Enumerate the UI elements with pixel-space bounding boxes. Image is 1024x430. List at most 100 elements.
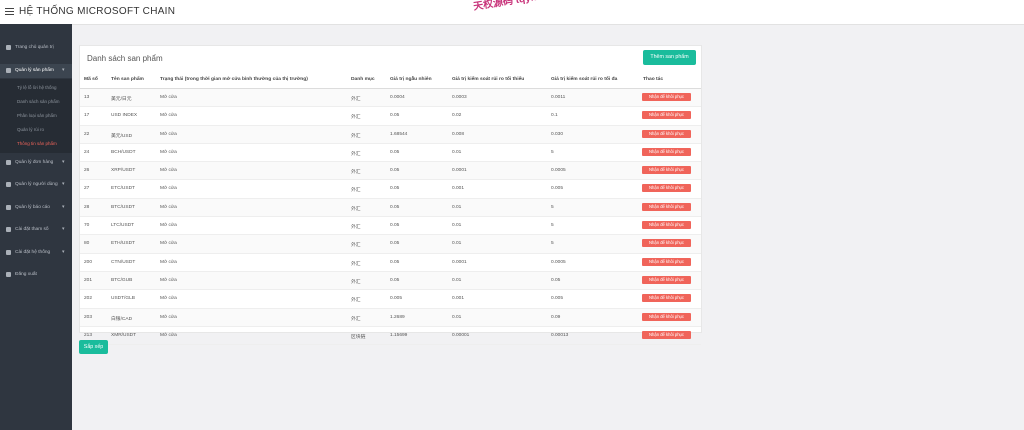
- cell-name: XMR/USDT: [111, 332, 137, 338]
- card-title: Danh sách san phẩm: [87, 54, 163, 63]
- cell-name: 美元/日元: [111, 97, 132, 102]
- restore-button[interactable]: Nhận để khôi phục: [642, 111, 691, 120]
- sidebar-item-dashboard[interactable]: Trang chủ quản trị: [0, 41, 72, 55]
- cell-max: 0.00013: [551, 332, 569, 338]
- cell-random: 0.05: [390, 168, 400, 174]
- menu-icon[interactable]: [5, 8, 14, 16]
- cell-random: 0.05: [390, 277, 400, 283]
- sidebar-item-system[interactable]: Cài đặt hệ thống ▾: [0, 246, 72, 260]
- cell-min: 0.02: [452, 113, 462, 119]
- cell-category: 外汇: [351, 115, 361, 121]
- submenu-item-product-list[interactable]: Danh sách sản phẩm: [17, 99, 60, 104]
- restore-button[interactable]: Nhận để khôi phục: [642, 294, 691, 303]
- sidebar-item-label: Cài đặt tham số: [15, 227, 49, 232]
- cell-max: 5: [551, 149, 554, 155]
- chevron-down-icon: ▾: [62, 181, 65, 187]
- table-row: 22 美元/USD Mở cửa 外汇 1.68544 0.008 0.030 Nhận để…: [80, 125, 701, 144]
- cell-min: 0.01: [452, 149, 462, 155]
- table-row: 202 USDT/GLB Mở cửa 外汇 0.005 0.001 0.005 Nhận đ…: [80, 290, 701, 309]
- cell-name: 美元/USD: [111, 133, 133, 139]
- cell-category: 外汇: [351, 170, 361, 176]
- cell-random: 1.15699: [390, 332, 408, 338]
- add-product-button[interactable]: Thêm san phẩm: [643, 50, 696, 65]
- cell-id: 27: [84, 186, 90, 192]
- sidebar-item-logout[interactable]: Đăng xuất: [0, 268, 72, 282]
- sort-button[interactable]: Sắp xếp: [79, 340, 108, 354]
- table-row: 26 XRP/USDT Mở cửa 外汇 0.05 0.0001 0.0005 Nhận đ…: [80, 162, 701, 181]
- table-row: 24 BCH/USDT Mở cửa 外汇 0.05 0.01 5 Nhận để khôi …: [80, 144, 701, 163]
- cell-name: BTC/USDT: [111, 204, 135, 210]
- cell-status: Mở cửa: [160, 186, 177, 192]
- cell-category: 外汇: [351, 133, 361, 139]
- submenu-item-risk[interactable]: Quản lý rủi ro: [17, 127, 44, 132]
- cell-category: 外汇: [351, 261, 361, 267]
- restore-button[interactable]: Nhận để khôi phục: [642, 221, 691, 230]
- cell-name: USD INDEX: [111, 113, 138, 119]
- cell-name: ETH/USDT: [111, 241, 135, 247]
- column-header-status[interactable]: Trạng thái (trong thời gian mở cửa bình …: [160, 77, 308, 82]
- sidebar-item-orders[interactable]: Quản lý đơn hàng ▾: [0, 156, 72, 170]
- table-row: 70 LTC/USDT Mở cửa 外汇 0.05 0.01 5 Nhận để khôi …: [80, 217, 701, 236]
- column-header-name[interactable]: Tên san phẩm: [111, 77, 144, 82]
- cell-random: 0.005: [390, 296, 403, 302]
- cell-status: Mở cửa: [160, 204, 177, 210]
- cell-category: 外汇: [351, 316, 361, 322]
- restore-button[interactable]: Nhận để khôi phục: [642, 184, 691, 193]
- dashboard-icon: [6, 45, 11, 50]
- sidebar-item-label: Quản lý báo cáo: [15, 205, 50, 210]
- table-row: 28 BTC/USDT Mở cửa 外汇 0.05 0.01 5 Nhận để khôi …: [80, 198, 701, 218]
- top-bar: HỆ THỐNG MICROSOFT CHAIN 天权源码 tqym: [0, 0, 1024, 25]
- cell-name: 白银/CAD: [111, 316, 133, 322]
- restore-button[interactable]: Nhận để khôi phục: [642, 166, 691, 175]
- table-row: 17 USD INDEX Mở cửa 外汇 0.05 0.02 0.1 Nhận để kh…: [80, 107, 701, 126]
- sidebar-item-products[interactable]: Quản lý sản phẩm ▾: [0, 64, 72, 78]
- restore-button[interactable]: Nhận để khôi phục: [642, 93, 691, 101]
- cell-status: Mở cửa: [160, 314, 177, 320]
- column-header-max-risk[interactable]: Giá trị kiểm soát rủi ro tối đa: [551, 77, 617, 82]
- column-header-category[interactable]: Danh mục: [351, 77, 375, 82]
- restore-button[interactable]: Nhận để khôi phục: [642, 202, 691, 211]
- sidebar-item-users[interactable]: Quản lý người dùng ▾: [0, 178, 72, 192]
- cell-max: 0.0005: [551, 259, 566, 265]
- cell-status: Mở cửa: [160, 296, 177, 302]
- cell-min: 0.0001: [452, 259, 467, 265]
- cell-category: 外汇: [351, 151, 361, 157]
- cell-status: Mở cửa: [160, 223, 177, 229]
- submenu-item-profit-ratio[interactable]: Tỷ lệ lỗ lời hệ thống: [17, 85, 56, 90]
- cell-name: CTN/USDT: [111, 259, 136, 265]
- cell-random: 0.05: [390, 223, 400, 229]
- cell-id: 70: [84, 223, 90, 229]
- cell-random: 1.68544: [390, 131, 408, 137]
- cell-min: 0.00001: [452, 332, 470, 338]
- chevron-down-icon: ▾: [62, 226, 65, 232]
- submenu-item-product-category[interactable]: Phân loại sản phẩm: [17, 113, 57, 118]
- column-header-min-risk[interactable]: Giá trị kiểm soát rủi ro tối thiểu: [452, 77, 524, 82]
- cell-id: 24: [84, 149, 90, 155]
- cell-name: XRP/USDT: [111, 168, 136, 174]
- sidebar-item-label: Trang chủ quản trị: [15, 45, 54, 50]
- cell-max: 0.0011: [551, 95, 566, 100]
- table-row: 213 XMR/USDT Mở cửa 区块链 1.15699 0.00001 0.0001…: [80, 327, 701, 346]
- chevron-down-icon: ▾: [62, 159, 65, 165]
- restore-button[interactable]: Nhận để khôi phục: [642, 312, 691, 321]
- cell-random: 0.05: [390, 186, 400, 192]
- table-header: Mã số Tên san phẩm Trạng thái (trong thờ…: [80, 72, 701, 89]
- cell-random: 0.0004: [390, 95, 405, 100]
- sidebar-item-reports[interactable]: Quản lý báo cáo ▾: [0, 201, 72, 215]
- sidebar-item-parameters[interactable]: Cài đặt tham số ▾: [0, 223, 72, 237]
- restore-button[interactable]: Nhận để khôi phục: [642, 147, 691, 156]
- restore-button[interactable]: Nhận để khôi phục: [642, 239, 691, 248]
- restore-button[interactable]: Nhận để khôi phục: [642, 275, 691, 284]
- restore-button[interactable]: Nhận để khôi phục: [642, 330, 691, 339]
- cell-max: 0.030: [551, 131, 564, 137]
- restore-button[interactable]: Nhận để khôi phục: [642, 129, 691, 138]
- sidebar: Trang chủ quản trị Quản lý sản phẩm ▾ Tỷ…: [0, 24, 72, 430]
- column-header-random[interactable]: Giá trị ngẫu nhiên: [390, 77, 432, 82]
- cell-id: 80: [84, 241, 90, 247]
- submenu-item-product-info[interactable]: Thông tin sản phẩm: [17, 141, 57, 146]
- cell-random: 0.05: [390, 113, 400, 119]
- cell-max: 0.005: [551, 186, 564, 192]
- column-header-id[interactable]: Mã số: [84, 77, 98, 82]
- restore-button[interactable]: Nhận để khôi phục: [642, 257, 691, 266]
- cell-category: 区块链: [351, 334, 366, 340]
